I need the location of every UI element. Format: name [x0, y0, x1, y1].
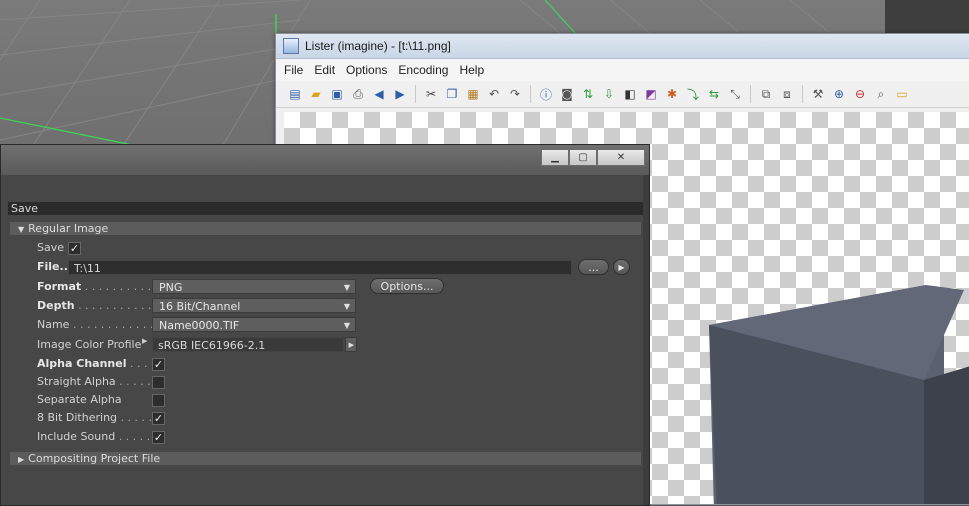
straight-alpha-label: Straight Alpha . . . . . .	[37, 375, 158, 388]
close-icon: ✕	[616, 152, 626, 163]
window-icon[interactable]: ⧉	[757, 85, 775, 103]
dialog-body: Save ▼ Regular Image Save ✓ File... T:\11…	[1, 175, 643, 505]
alpha-checkbox[interactable]: ✓	[152, 358, 165, 371]
menu-options[interactable]: Options	[346, 63, 387, 77]
print-icon[interactable]: ⎙	[349, 85, 367, 103]
toolbar-separator	[530, 85, 531, 103]
file-browse-button[interactable]: ...	[578, 259, 609, 275]
file-path-field[interactable]: T:\11	[68, 260, 572, 275]
file-label: File...	[37, 260, 73, 273]
zoom-in-icon[interactable]: ⊕	[830, 85, 848, 103]
menu-edit[interactable]: Edit	[314, 63, 335, 77]
color-profile-field[interactable]: sRGB IEC61966-2.1	[152, 337, 344, 352]
profile-menu-button[interactable]: ▶	[345, 337, 357, 352]
dithering-label: 8 Bit Dithering . . . . . . .	[37, 411, 166, 424]
fit-width-icon[interactable]: ⇅	[579, 85, 597, 103]
rotate-icon[interactable]: ⤵	[684, 85, 702, 103]
document-icon	[283, 38, 299, 54]
group-compositing[interactable]: ▶ Compositing Project File	[10, 452, 641, 465]
checkmark-icon: ✓	[153, 412, 164, 425]
menu-file[interactable]: File	[284, 63, 303, 77]
options-button[interactable]: Options...	[370, 278, 444, 294]
maximize-icon: ▢	[578, 152, 588, 163]
separate-alpha-checkbox[interactable]	[152, 394, 165, 407]
lister-menubar: File Edit Options Encoding Help	[276, 59, 969, 81]
save-label: Save	[37, 241, 65, 254]
maximize-button[interactable]: ▢	[569, 149, 597, 166]
lister-titlebar[interactable]: Lister (imagine) - [t:\11.png]	[276, 34, 969, 59]
save-icon[interactable]: ▣	[328, 85, 346, 103]
copy-icon[interactable]: ❐	[443, 85, 461, 103]
previous-icon[interactable]: ◀	[370, 85, 388, 103]
collapsed-triangle-icon: ▶	[18, 455, 25, 464]
group-compositing-label: Compositing Project File	[28, 452, 161, 465]
flip-icon[interactable]: ⇆	[705, 85, 723, 103]
separate-alpha-label: Separate Alpha	[37, 393, 122, 406]
group-regular-image[interactable]: ▼ Regular Image	[10, 222, 641, 235]
save-settings-dialog[interactable]: ▁ ▢ ✕ Save ▼ Regular Image Save ✓ File...…	[0, 144, 650, 506]
lister-toolbar: ▤ ▰ ▣ ⎙ ◀ ▶ ✂ ❐ ▦ ↶ ↷ ⓘ ◙ ⇅ ⇩ ◧ ◩ ✱ ⤵ ⇆ …	[276, 81, 969, 108]
menu-encoding[interactable]: Encoding	[398, 63, 448, 77]
name-label: Name . . . . . . . . . . . . . .	[37, 318, 168, 331]
zoom-out-icon[interactable]: ⊖	[851, 85, 869, 103]
close-button[interactable]: ✕	[597, 149, 645, 166]
format-value: PNG	[159, 281, 183, 294]
paste-icon[interactable]: ▦	[464, 85, 482, 103]
include-sound-checkbox[interactable]: ✓	[152, 431, 165, 444]
menu-help[interactable]: Help	[459, 63, 484, 77]
resize-icon[interactable]: ⤡	[726, 85, 744, 103]
file-menu-button[interactable]: ▶	[613, 259, 630, 275]
minimize-icon: ▁	[551, 152, 559, 163]
name-value: Name0000.TIF	[159, 319, 240, 332]
chevron-down-icon: ▼	[343, 321, 350, 330]
depth-dropdown[interactable]: 16 Bit/Channel ▼	[152, 298, 356, 313]
dialog-titlebar[interactable]: ▁ ▢ ✕	[1, 145, 649, 175]
chevron-down-icon: ▼	[343, 302, 350, 311]
toolbar-separator	[750, 85, 751, 103]
properties-icon[interactable]: ▤	[286, 85, 304, 103]
dithering-checkbox[interactable]: ✓	[152, 412, 165, 425]
viewport-panel	[885, 0, 969, 33]
group-regular-label: Regular Image	[28, 222, 109, 235]
arrow-right-icon: ▶	[348, 341, 354, 349]
alpha-label: Alpha Channel . . . . .	[37, 357, 162, 370]
format-dropdown[interactable]: PNG ▼	[152, 279, 356, 294]
palette-icon[interactable]: ✱	[663, 85, 681, 103]
format-label: Format . . . . . . . . . . . .	[37, 280, 166, 293]
cut-icon[interactable]: ✂	[422, 85, 440, 103]
chevron-down-icon: ▼	[343, 283, 350, 292]
name-dropdown[interactable]: Name0000.TIF ▼	[152, 317, 356, 332]
zoom-fit-icon[interactable]: ⌕	[872, 85, 890, 103]
redo-icon[interactable]: ↷	[506, 85, 524, 103]
tools-icon[interactable]: ⚒	[809, 85, 827, 103]
fullscreen-icon[interactable]: ▭	[893, 85, 911, 103]
checkmark-icon: ✓	[153, 358, 164, 371]
window-alt-icon[interactable]: ⧈	[778, 85, 796, 103]
lister-title: Lister (imagine) - [t:\11.png]	[305, 39, 451, 53]
minimize-button[interactable]: ▁	[541, 149, 569, 166]
straight-alpha-checkbox[interactable]	[152, 376, 165, 389]
toolbar-separator	[802, 85, 803, 103]
depth-label: Depth . . . . . . . . . . . . .	[37, 299, 166, 312]
next-icon[interactable]: ▶	[391, 85, 409, 103]
include-sound-label: Include Sound . . . . . . .	[37, 430, 165, 443]
profile-arrow-icon: ▶	[142, 337, 148, 345]
checkmark-icon: ✓	[69, 242, 80, 255]
info-icon[interactable]: ⓘ	[537, 85, 555, 103]
fit-height-icon[interactable]: ⇩	[600, 85, 618, 103]
toolbar-separator	[415, 85, 416, 103]
checkmark-icon: ✓	[153, 431, 164, 444]
section-save: Save	[8, 202, 643, 215]
open-folder-icon[interactable]: ▰	[307, 85, 325, 103]
color-icon[interactable]: ◩	[642, 85, 660, 103]
depth-value: 16 Bit/Channel	[159, 300, 241, 313]
arrow-right-icon: ▶	[618, 263, 625, 272]
undo-icon[interactable]: ↶	[485, 85, 503, 103]
grayscale-icon[interactable]: ◧	[621, 85, 639, 103]
camera-icon[interactable]: ◙	[558, 85, 576, 103]
expand-triangle-icon: ▼	[18, 225, 25, 234]
profile-label: Image Color Profile	[37, 338, 142, 351]
save-checkbox[interactable]: ✓	[68, 242, 81, 255]
